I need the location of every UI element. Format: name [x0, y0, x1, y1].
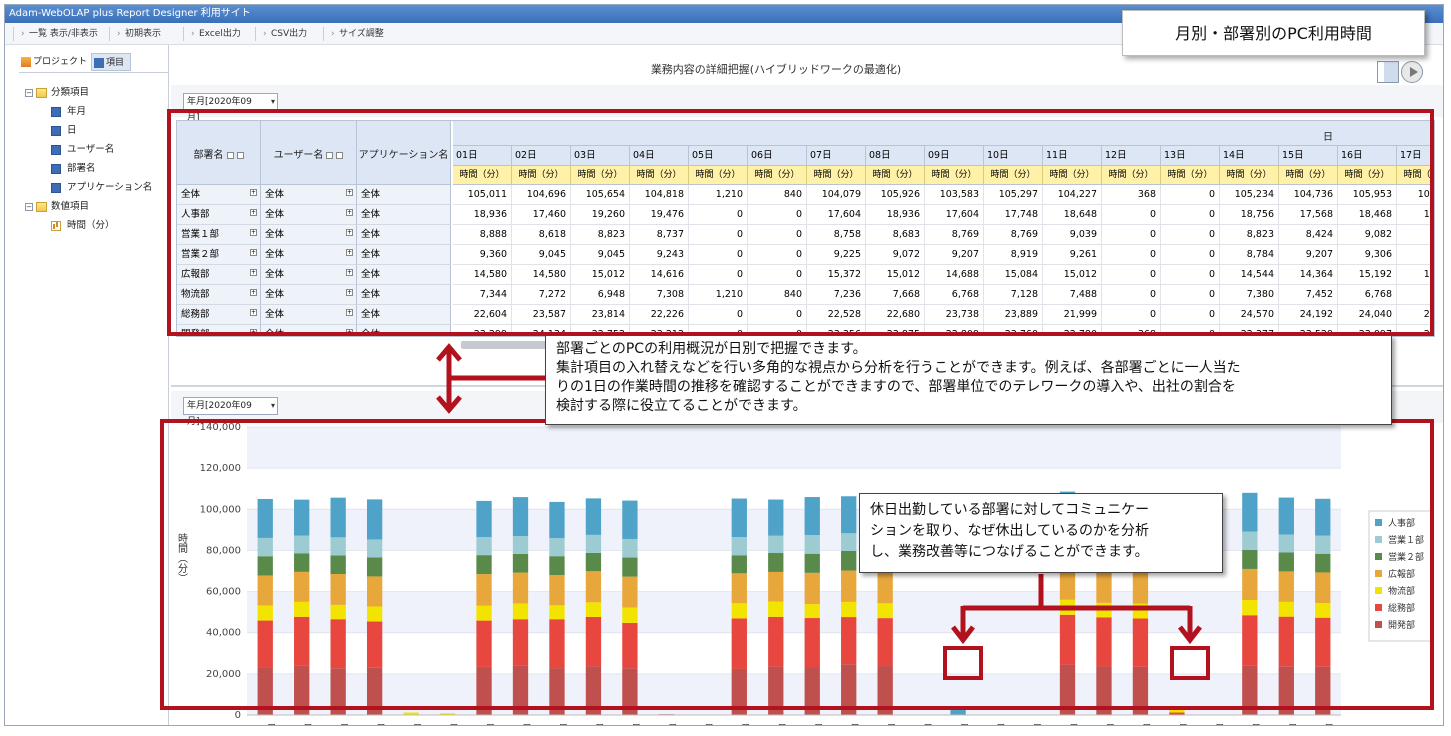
main-callout-line: 集計項目の入れ替えなどを行い多角的な視点から分析を行うことができます。例えば、各…	[556, 360, 1241, 376]
holiday-callout: 休日出勤している部署に対してコミュニケー ションを取り、なぜ休出しているのかを分…	[859, 493, 1223, 573]
holiday-callout-line: 休日出勤している部署に対してコミュニケー	[870, 502, 1150, 518]
main-callout-line: 部署ごとのPCの利用概況が日別で把握できます。	[556, 341, 867, 357]
main-callout-line: りの1日の作業時間の推移を確認することができますので、部署単位でのテレワークの導…	[556, 379, 1236, 395]
day20-highlight	[943, 646, 983, 680]
day26-highlight	[1170, 646, 1210, 680]
holiday-callout-line: ションを取り、なぜ休出しているのかを分析	[870, 523, 1150, 539]
main-callout-line: 検討する際に役立てることができます。	[556, 398, 807, 414]
holiday-callout-line: し、業務改善等につなげることができます。	[870, 544, 1149, 560]
main-callout: 部署ごとのPCの利用概況が日別で把握できます。 集計項目の入れ替えなどを行い多角…	[545, 335, 1392, 425]
